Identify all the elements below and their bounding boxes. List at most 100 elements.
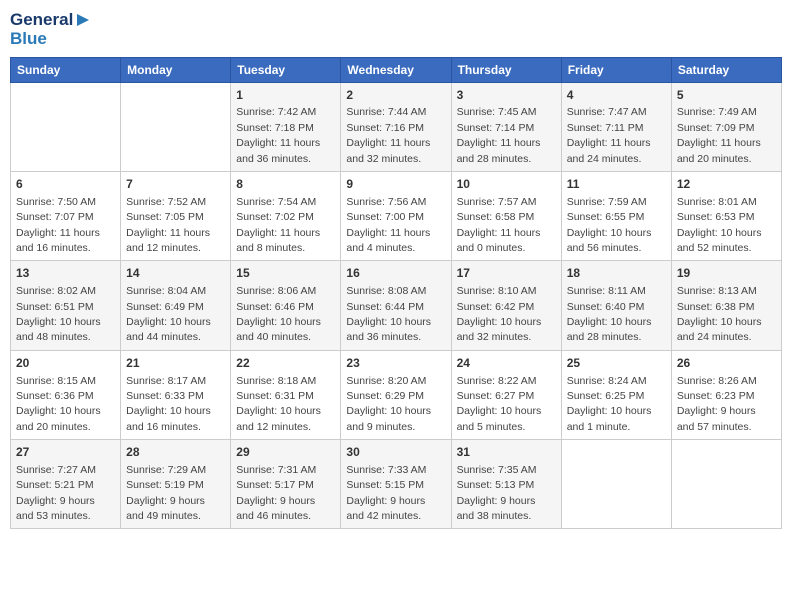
cell-content: Sunrise: 8:24 AMSunset: 6:25 PMDaylight:…: [567, 375, 652, 433]
calendar-cell: 27 Sunrise: 7:27 AMSunset: 5:21 PMDayligh…: [11, 440, 121, 529]
calendar-cell: 25 Sunrise: 8:24 AMSunset: 6:25 PMDayligh…: [561, 350, 671, 439]
weekday-header-tuesday: Tuesday: [231, 57, 341, 82]
day-number: 30: [346, 444, 445, 461]
calendar-cell: 10Sunrise: 7:57 AMSunset: 6:58 PMDayligh…: [451, 172, 561, 261]
weekday-header-thursday: Thursday: [451, 57, 561, 82]
cell-content: Sunrise: 8:10 AMSunset: 6:42 PMDaylight:…: [457, 285, 542, 343]
day-number: 9: [346, 176, 445, 193]
cell-content: Sunrise: 7:52 AMSunset: 7:05 PMDaylight:…: [126, 196, 210, 254]
day-number: 29: [236, 444, 335, 461]
weekday-header-saturday: Saturday: [671, 57, 781, 82]
calendar-cell: 7 Sunrise: 7:52 AMSunset: 7:05 PMDaylight…: [121, 172, 231, 261]
cell-content: Sunrise: 7:27 AMSunset: 5:21 PMDaylight:…: [16, 464, 96, 522]
day-number: 4: [567, 87, 666, 104]
logo: General Blue: [10, 10, 95, 49]
calendar-cell: 5Sunrise: 7:49 AMSunset: 7:09 PMDaylight…: [671, 82, 781, 171]
calendar-cell: 30 Sunrise: 7:33 AMSunset: 5:15 PMDayligh…: [341, 440, 451, 529]
calendar-week-row: 27 Sunrise: 7:27 AMSunset: 5:21 PMDayligh…: [11, 440, 782, 529]
weekday-header-row: SundayMondayTuesdayWednesdayThursdayFrid…: [11, 57, 782, 82]
day-number: 1: [236, 87, 335, 104]
calendar-cell: 15 Sunrise: 8:06 AMSunset: 6:46 PMDayligh…: [231, 261, 341, 350]
calendar-cell: 3 Sunrise: 7:45 AMSunset: 7:14 PMDaylight…: [451, 82, 561, 171]
day-number: 14: [126, 265, 225, 282]
cell-content: Sunrise: 7:57 AMSunset: 6:58 PMDaylight:…: [457, 196, 541, 254]
calendar-cell: 9 Sunrise: 7:56 AMSunset: 7:00 PMDaylight…: [341, 172, 451, 261]
cell-content: Sunrise: 7:50 AMSunset: 7:07 PMDaylight:…: [16, 196, 100, 254]
weekday-header-monday: Monday: [121, 57, 231, 82]
cell-content: Sunrise: 8:26 AMSunset: 6:23 PMDaylight:…: [677, 375, 757, 433]
calendar-cell: [121, 82, 231, 171]
day-number: 15: [236, 265, 335, 282]
day-number: 2: [346, 87, 445, 104]
cell-content: Sunrise: 7:29 AMSunset: 5:19 PMDaylight:…: [126, 464, 206, 522]
calendar-cell: 2 Sunrise: 7:44 AMSunset: 7:16 PMDaylight…: [341, 82, 451, 171]
cell-content: Sunrise: 7:59 AMSunset: 6:55 PMDaylight:…: [567, 196, 652, 254]
calendar-cell: 29 Sunrise: 7:31 AMSunset: 5:17 PMDayligh…: [231, 440, 341, 529]
page-header: General Blue: [10, 10, 782, 49]
day-number: 16: [346, 265, 445, 282]
calendar-cell: 19 Sunrise: 8:13 AMSunset: 6:38 PMDayligh…: [671, 261, 781, 350]
day-number: 20: [16, 355, 115, 372]
day-number: 3: [457, 87, 556, 104]
day-number: 25: [567, 355, 666, 372]
day-number: 6: [16, 176, 115, 193]
cell-content: Sunrise: 8:13 AMSunset: 6:38 PMDaylight:…: [677, 285, 762, 343]
weekday-header-friday: Friday: [561, 57, 671, 82]
logo-arrow-icon: [75, 10, 95, 30]
day-number: 12: [677, 176, 776, 193]
day-number: 27: [16, 444, 115, 461]
cell-content: Sunrise: 7:45 AMSunset: 7:14 PMDaylight:…: [457, 106, 541, 164]
calendar-cell: 18Sunrise: 8:11 AMSunset: 6:40 PMDayligh…: [561, 261, 671, 350]
day-number: 26: [677, 355, 776, 372]
calendar-cell: 14 Sunrise: 8:04 AMSunset: 6:49 PMDayligh…: [121, 261, 231, 350]
calendar-cell: 21 Sunrise: 8:17 AMSunset: 6:33 PMDayligh…: [121, 350, 231, 439]
calendar-week-row: 1Sunrise: 7:42 AMSunset: 7:18 PMDaylight…: [11, 82, 782, 171]
calendar-cell: 16 Sunrise: 8:08 AMSunset: 6:44 PMDayligh…: [341, 261, 451, 350]
calendar-cell: 12 Sunrise: 8:01 AMSunset: 6:53 PMDayligh…: [671, 172, 781, 261]
cell-content: Sunrise: 8:04 AMSunset: 6:49 PMDaylight:…: [126, 285, 211, 343]
day-number: 11: [567, 176, 666, 193]
cell-content: Sunrise: 8:01 AMSunset: 6:53 PMDaylight:…: [677, 196, 762, 254]
day-number: 22: [236, 355, 335, 372]
calendar-cell: 20 Sunrise: 8:15 AMSunset: 6:36 PMDayligh…: [11, 350, 121, 439]
cell-content: Sunrise: 8:18 AMSunset: 6:31 PMDaylight:…: [236, 375, 321, 433]
cell-content: Sunrise: 8:15 AMSunset: 6:36 PMDaylight:…: [16, 375, 101, 433]
cell-content: Sunrise: 7:56 AMSunset: 7:00 PMDaylight:…: [346, 196, 430, 254]
day-number: 21: [126, 355, 225, 372]
day-number: 7: [126, 176, 225, 193]
logo-general: General: [10, 11, 73, 30]
calendar-cell: 23 Sunrise: 8:20 AMSunset: 6:29 PMDayligh…: [341, 350, 451, 439]
day-number: 5: [677, 87, 776, 104]
calendar-cell: 11 Sunrise: 7:59 AMSunset: 6:55 PMDayligh…: [561, 172, 671, 261]
day-number: 18: [567, 265, 666, 282]
calendar-cell: 17 Sunrise: 8:10 AMSunset: 6:42 PMDayligh…: [451, 261, 561, 350]
weekday-header-sunday: Sunday: [11, 57, 121, 82]
cell-content: Sunrise: 8:08 AMSunset: 6:44 PMDaylight:…: [346, 285, 431, 343]
calendar-cell: 28Sunrise: 7:29 AMSunset: 5:19 PMDayligh…: [121, 440, 231, 529]
day-number: 31: [457, 444, 556, 461]
calendar-table: SundayMondayTuesdayWednesdayThursdayFrid…: [10, 57, 782, 530]
calendar-cell: 31Sunrise: 7:35 AMSunset: 5:13 PMDayligh…: [451, 440, 561, 529]
calendar-cell: 4 Sunrise: 7:47 AMSunset: 7:11 PMDaylight…: [561, 82, 671, 171]
calendar-week-row: 13Sunrise: 8:02 AMSunset: 6:51 PMDayligh…: [11, 261, 782, 350]
cell-content: Sunrise: 7:44 AMSunset: 7:16 PMDaylight:…: [346, 106, 430, 164]
logo-blue: Blue: [10, 30, 47, 49]
calendar-cell: [671, 440, 781, 529]
calendar-week-row: 6 Sunrise: 7:50 AMSunset: 7:07 PMDaylight…: [11, 172, 782, 261]
calendar-cell: 1Sunrise: 7:42 AMSunset: 7:18 PMDaylight…: [231, 82, 341, 171]
calendar-cell: 26 Sunrise: 8:26 AMSunset: 6:23 PMDayligh…: [671, 350, 781, 439]
calendar-cell: 22 Sunrise: 8:18 AMSunset: 6:31 PMDayligh…: [231, 350, 341, 439]
weekday-header-wednesday: Wednesday: [341, 57, 451, 82]
day-number: 17: [457, 265, 556, 282]
day-number: 13: [16, 265, 115, 282]
cell-content: Sunrise: 8:17 AMSunset: 6:33 PMDaylight:…: [126, 375, 211, 433]
day-number: 23: [346, 355, 445, 372]
cell-content: Sunrise: 8:22 AMSunset: 6:27 PMDaylight:…: [457, 375, 542, 433]
day-number: 19: [677, 265, 776, 282]
calendar-cell: 13Sunrise: 8:02 AMSunset: 6:51 PMDayligh…: [11, 261, 121, 350]
cell-content: Sunrise: 7:47 AMSunset: 7:11 PMDaylight:…: [567, 106, 651, 164]
cell-content: Sunrise: 8:20 AMSunset: 6:29 PMDaylight:…: [346, 375, 431, 433]
cell-content: Sunrise: 7:31 AMSunset: 5:17 PMDaylight:…: [236, 464, 316, 522]
cell-content: Sunrise: 8:06 AMSunset: 6:46 PMDaylight:…: [236, 285, 321, 343]
cell-content: Sunrise: 7:33 AMSunset: 5:15 PMDaylight:…: [346, 464, 426, 522]
